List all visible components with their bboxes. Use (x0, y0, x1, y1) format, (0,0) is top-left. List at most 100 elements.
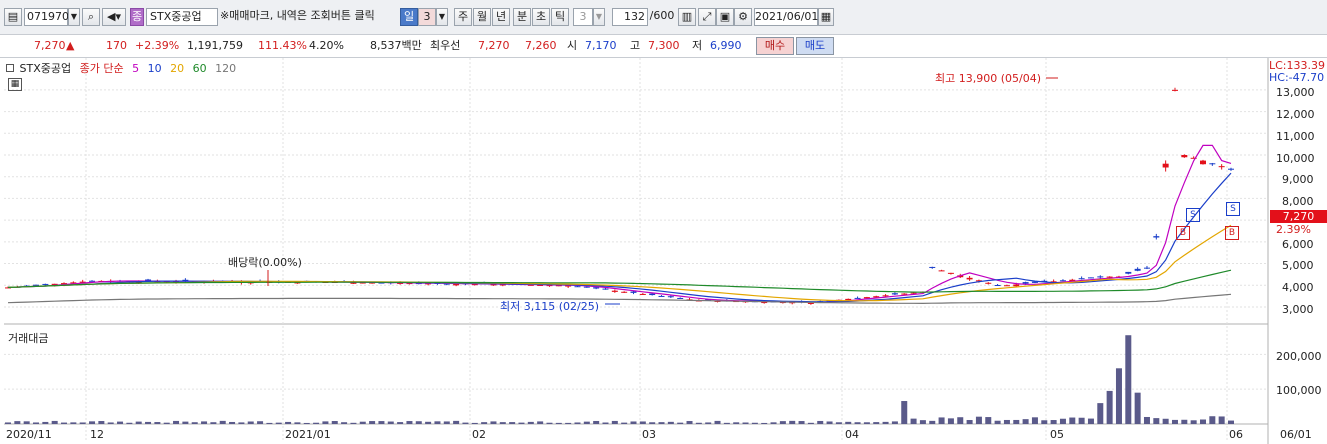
volume-bar (798, 421, 805, 424)
calendar-icon[interactable]: ▦ (818, 8, 834, 26)
chart-legend: STX중공업 종가 단순 5 10 20 60 120 (6, 60, 241, 76)
buy-mark-2: B (1225, 226, 1239, 240)
volume-bar (5, 422, 11, 424)
volume-bar (415, 421, 422, 424)
low-label: 저 (692, 39, 703, 52)
volume-bar (1022, 419, 1029, 424)
volume-bar (471, 422, 478, 424)
data-count-input[interactable]: 132 (612, 8, 648, 26)
period-second-button[interactable]: 초 (532, 8, 550, 26)
volume-tick: 200,000 (1276, 350, 1322, 363)
open-label: 시 (567, 39, 578, 52)
best-bid: 7,260 (525, 39, 557, 52)
volume-bar (677, 422, 684, 424)
volume-bar (546, 422, 553, 424)
volume-bar (275, 422, 282, 424)
x-label: 2021/01 (285, 428, 331, 441)
speaker-icon[interactable]: ◀▾ (102, 8, 126, 26)
legend-stock-name: STX중공업 (19, 62, 72, 75)
x-label: 12 (90, 428, 104, 441)
volume-bar (658, 422, 665, 424)
volume-bar (154, 422, 161, 424)
volume-bar (61, 422, 68, 424)
sell-button[interactable]: 매도 (796, 37, 834, 55)
open-price: 7,170 (585, 39, 617, 52)
legend-box-icon (6, 64, 14, 72)
price-tick: 13,000 (1276, 86, 1315, 99)
search-icon[interactable]: ⌕ (82, 8, 100, 26)
gear-icon[interactable]: ⚙ (734, 8, 752, 26)
high-price: 7,300 (648, 39, 680, 52)
stock-name-field[interactable]: STX중공업 (146, 8, 218, 26)
buy-button[interactable]: 매수 (756, 37, 794, 55)
candle-body (966, 277, 973, 280)
candle-body (1218, 166, 1225, 168)
volume-bar (1097, 403, 1104, 424)
volume-bar (257, 421, 264, 424)
grid-toggle-icon[interactable]: ▦ (8, 78, 22, 91)
candle-body (611, 290, 618, 292)
candle-body (1022, 282, 1029, 284)
volume-bar (1190, 420, 1197, 424)
candle-body (649, 293, 656, 296)
volume-bar (247, 421, 254, 424)
volume-bar (145, 421, 152, 424)
tick-num-field[interactable]: 3 (573, 8, 593, 26)
date-input[interactable]: 2021/06/01 (754, 8, 818, 26)
period-year-button[interactable]: 년 (492, 8, 510, 26)
period-num-field[interactable]: 3 (418, 8, 436, 26)
volume-bar (555, 422, 562, 424)
x-label: 04 (845, 428, 859, 441)
price-tick: 8,000 (1282, 195, 1314, 208)
candle-body (42, 283, 49, 285)
chart-type-icon[interactable]: ▥ (678, 8, 696, 26)
candle-body (985, 282, 992, 284)
period-minute-button[interactable]: 분 (513, 8, 531, 26)
ma-line-120 (7, 293, 1232, 305)
data-count-total: /600 (649, 9, 675, 22)
period-day-button[interactable]: 일 (400, 8, 418, 26)
volume-bar (369, 421, 376, 424)
volume-bar (817, 420, 824, 424)
volume-bar (387, 421, 394, 424)
x-label: 02 (472, 428, 486, 441)
candle-body (1125, 271, 1132, 274)
volume-bar (23, 421, 30, 424)
volume-bar (537, 421, 544, 424)
volume-bar (742, 422, 749, 424)
period-week-button[interactable]: 주 (454, 8, 472, 26)
volume-bar (938, 417, 945, 424)
volume-bar (1162, 418, 1169, 424)
volume-bar (770, 422, 777, 424)
volume-bar (397, 422, 404, 424)
save-icon[interactable]: ▣ (716, 8, 734, 26)
current-pct-tag: 2.39% (1276, 223, 1311, 236)
volume-bar (1041, 420, 1048, 424)
stock-code-input[interactable]: 071970 (24, 8, 69, 26)
candle-body (1059, 280, 1066, 282)
volume-bar (1209, 416, 1216, 424)
candle-body (1153, 236, 1160, 238)
volume-bar (985, 417, 992, 424)
period-month-button[interactable]: 월 (473, 8, 491, 26)
volume-bar (882, 421, 889, 424)
candle-body (667, 296, 674, 298)
price-tick: 6,000 (1282, 238, 1314, 251)
period-dropdown-icon[interactable]: ▼ (436, 8, 448, 26)
volume-bar (238, 422, 245, 424)
quote-bar: 7,270 ▲ 170 +2.39% 1,191,759 111.43% 4.2… (0, 35, 1327, 58)
volume-bar (219, 420, 226, 424)
volume-bar (1218, 416, 1225, 424)
drawing-tools-icon[interactable]: ⤢ (698, 8, 716, 26)
legend-ma20: 20 (170, 62, 185, 75)
volume-bar (266, 422, 273, 424)
priority-label: 최우선 (430, 39, 461, 52)
volume-bar (919, 420, 926, 424)
period-tick-button[interactable]: 틱 (551, 8, 569, 26)
code-list-icon[interactable]: ▤ (4, 8, 22, 26)
code-dropdown-icon[interactable]: ▼ (68, 8, 80, 26)
chart-canvas[interactable] (0, 58, 1327, 444)
high-annotation: 최고 13,900 (05/04) (935, 72, 1042, 85)
volume-bar (845, 421, 852, 424)
tick-dropdown-icon[interactable]: ▼ (593, 8, 605, 26)
